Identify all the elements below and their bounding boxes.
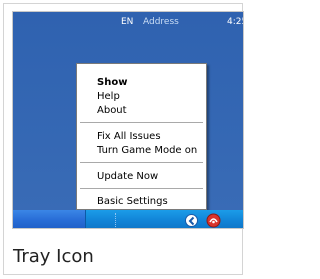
menu-item-game-mode[interactable]: Turn Game Mode on: [77, 144, 206, 157]
menu-item-basic-settings[interactable]: Basic Settings: [77, 195, 206, 208]
thumbnail-card: Show Help About Fix All Issues Turn Game…: [3, 3, 244, 275]
menu-separator: [80, 122, 203, 123]
screenshot-frame: Show Help About Fix All Issues Turn Game…: [12, 11, 244, 229]
menu-item-show[interactable]: Show: [77, 76, 206, 89]
menu-item-about[interactable]: About: [77, 104, 206, 117]
menu-separator: [80, 162, 203, 163]
tray-context-menu: Show Help About Fix All Issues Turn Game…: [76, 63, 207, 210]
system-clock[interactable]: 4:25: [227, 12, 243, 32]
menu-item-update-now[interactable]: Update Now: [77, 170, 206, 183]
address-toolbar-label[interactable]: Address: [143, 12, 179, 32]
menu-separator: [80, 188, 203, 189]
language-indicator[interactable]: EN: [121, 12, 133, 32]
menu-item-help[interactable]: Help: [77, 90, 206, 103]
app-tray-icon[interactable]: [206, 213, 221, 228]
chevron-left-icon[interactable]: [185, 214, 198, 227]
thumbnail-caption: Tray Icon: [13, 246, 94, 267]
toolbar-grip[interactable]: [115, 213, 119, 227]
menu-item-fix-all-issues[interactable]: Fix All Issues: [77, 130, 206, 143]
